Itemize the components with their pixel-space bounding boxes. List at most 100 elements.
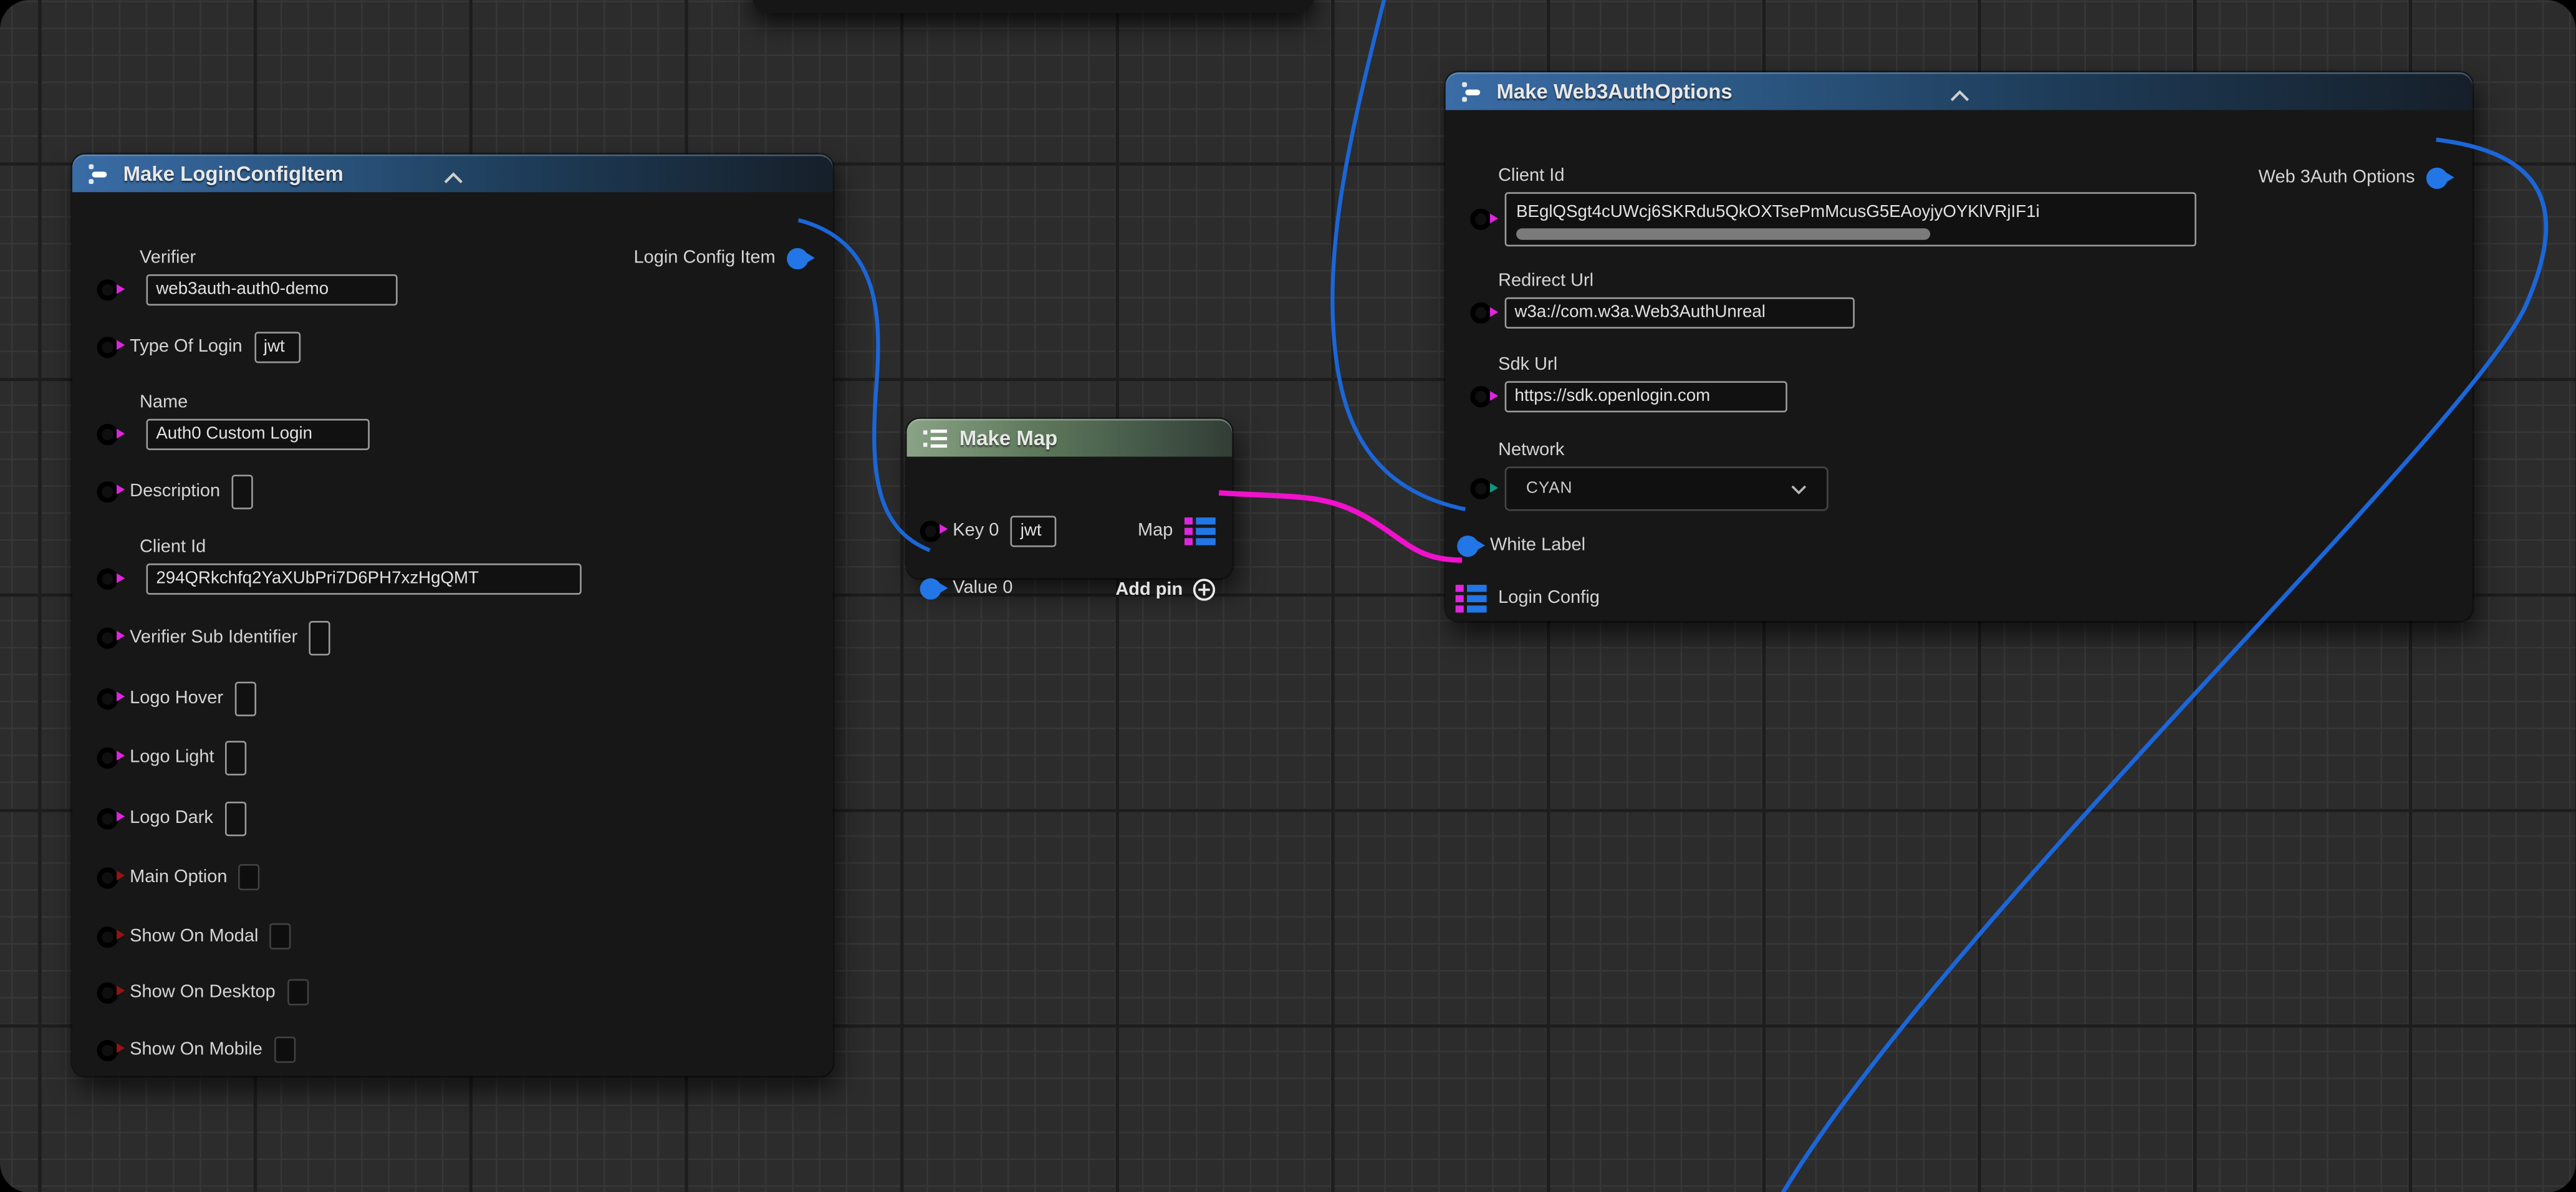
horizontal-scrollbar[interactable] <box>1516 228 2184 239</box>
pin-main-option[interactable] <box>97 867 118 888</box>
show-on-mobile-checkbox[interactable] <box>274 1037 295 1063</box>
output-pin-label: Map <box>1138 521 1173 541</box>
collapse-node-button[interactable] <box>436 168 469 188</box>
pin-login-config[interactable] <box>1456 584 1487 612</box>
pin-row-name: Name Auth0 Custom Login <box>97 391 369 450</box>
make-struct-icon <box>89 163 112 183</box>
type-of-login-input[interactable]: jwt <box>254 331 300 362</box>
pin-client-id[interactable] <box>97 569 118 590</box>
pin-show-on-mobile[interactable] <box>97 1039 118 1060</box>
pin-type-of-login[interactable] <box>97 336 118 357</box>
pin-row-network: Network CYAN <box>1470 439 1828 511</box>
pin-sdk-url[interactable] <box>1470 386 1491 407</box>
wire-map-to-login-config[interactable] <box>1219 493 1462 560</box>
pin-label: Type Of Login <box>130 337 242 357</box>
logo-light-input[interactable] <box>226 740 247 774</box>
pin-name[interactable] <box>97 424 118 445</box>
add-circle-icon <box>1193 579 1216 602</box>
pin-label: Sdk Url <box>1496 353 1787 377</box>
pin-logo-dark[interactable] <box>97 807 118 829</box>
pin-key-0[interactable] <box>920 520 941 541</box>
output-pin-label: Web 3Auth Options <box>2259 168 2415 188</box>
scrollbar-thumb[interactable] <box>1516 228 1931 239</box>
pin-label: Verifier <box>138 246 397 269</box>
pin-row-show-on-desktop: Show On Desktop <box>97 973 308 1012</box>
node-title: Make Map <box>959 426 1057 449</box>
pin-logo-hover[interactable] <box>97 688 118 709</box>
logo-hover-input[interactable] <box>234 681 256 715</box>
pin-label: Key 0 <box>953 521 999 541</box>
pin-label: Value 0 <box>953 579 1012 598</box>
node-title: Make LoginConfigItem <box>123 162 344 185</box>
main-option-checkbox[interactable] <box>239 864 260 890</box>
pin-label: Logo Light <box>130 747 214 767</box>
pin-verifier-sub-identifier[interactable] <box>97 627 118 648</box>
client-id-input[interactable]: 294QRkchfq2YaXUbPri7D6PH7xzHgQMT <box>147 564 582 595</box>
show-on-desktop-checkbox[interactable] <box>287 979 308 1005</box>
output-pin-row: Login Config Item <box>634 238 809 277</box>
output-pin-row: Map <box>1138 511 1216 550</box>
output-pin-login-config-item[interactable] <box>787 248 808 269</box>
pin-label: Description <box>130 481 220 501</box>
pin-label: Client Id <box>1496 165 2196 188</box>
pin-label: Name <box>138 391 370 414</box>
make-map-icon <box>923 428 948 448</box>
output-pin-web3auth-options[interactable] <box>2426 166 2448 188</box>
chevron-up-icon <box>443 171 463 183</box>
verifier-input[interactable]: web3auth-auth0-demo <box>147 274 398 305</box>
show-on-modal-checkbox[interactable] <box>270 923 291 949</box>
pin-show-on-modal[interactable] <box>97 926 118 947</box>
pin-client-id[interactable] <box>1470 209 1491 230</box>
pin-value-0[interactable] <box>920 577 941 598</box>
collapse-node-button[interactable] <box>1943 85 1976 105</box>
redirect-url-input[interactable]: w3a://com.w3a.Web3AuthUnreal <box>1505 297 1855 329</box>
pin-row-logo-dark: Logo Dark <box>97 799 246 838</box>
pin-show-on-desktop[interactable] <box>97 981 118 1002</box>
network-dropdown[interactable]: CYAN <box>1505 466 1829 511</box>
description-input[interactable] <box>232 474 253 508</box>
pin-label: Verifier Sub Identifier <box>130 628 297 648</box>
add-pin-button[interactable]: Add pin <box>1115 570 1216 609</box>
blueprint-canvas[interactable]: Make LoginConfigItem Login Config Item V… <box>0 0 2576 1192</box>
add-pin-label: Add pin <box>1115 580 1183 600</box>
client-id-text: BEglQSgt4cUWcj6SKRdu5QkOXTsePmMcusG5EAoy… <box>1516 202 2040 222</box>
pin-label: White Label <box>1490 536 1585 555</box>
offscreen-node-edge[interactable] <box>752 0 1314 13</box>
node-title: Make Web3AuthOptions <box>1496 80 1732 103</box>
pin-row-value-0: Value 0 <box>920 569 1013 608</box>
pin-label: Show On Desktop <box>130 983 276 1002</box>
pin-row-logo-light: Logo Light <box>97 738 247 777</box>
pin-description[interactable] <box>97 481 118 502</box>
key-0-input[interactable]: jwt <box>1011 515 1057 546</box>
chevron-down-icon <box>1790 484 1807 494</box>
node-header[interactable]: Make Map <box>907 419 1233 457</box>
verifier-sub-identifier-input[interactable] <box>309 620 330 655</box>
pin-label: Main Option <box>130 867 227 887</box>
output-pin-map[interactable] <box>1185 517 1216 545</box>
sdk-url-input[interactable]: https://sdk.openlogin.com <box>1505 381 1787 412</box>
pin-row-show-on-modal: Show On Modal <box>97 916 291 956</box>
pin-row-main-option: Main Option <box>97 857 260 896</box>
pin-row-logo-hover: Logo Hover <box>97 678 256 718</box>
node-make-login-config-item[interactable]: Make LoginConfigItem Login Config Item V… <box>72 155 833 1076</box>
name-input[interactable]: Auth0 Custom Login <box>147 419 370 450</box>
chevron-up-icon <box>1949 90 1969 101</box>
pin-label: Network <box>1496 439 1828 462</box>
pin-white-label[interactable] <box>1457 535 1478 556</box>
pin-redirect-url[interactable] <box>1470 302 1491 324</box>
pin-label: Logo Hover <box>130 688 223 708</box>
pin-row-client-id: Client Id 294QRkchfq2YaXUbPri7D6PH7xzHgQ… <box>97 536 581 595</box>
pin-row-show-on-mobile: Show On Mobile <box>97 1030 295 1069</box>
client-id-input[interactable]: BEglQSgt4cUWcj6SKRdu5QkOXTsePmMcusG5EAoy… <box>1505 192 2196 246</box>
pin-verifier[interactable] <box>97 279 118 300</box>
node-make-map[interactable]: Make Map Key 0 jwt Map Value 0 A <box>907 419 1233 579</box>
pin-row-verifier-sub-identifier: Verifier Sub Identifier <box>97 618 330 657</box>
node-make-web3auth-options[interactable]: Make Web3AuthOptions Web 3Auth Options C… <box>1446 72 2473 621</box>
pin-row-client-id: Client Id BEglQSgt4cUWcj6SKRdu5QkOXTsePm… <box>1470 165 2196 247</box>
output-pin-label: Login Config Item <box>634 248 776 268</box>
pin-logo-light[interactable] <box>97 747 118 768</box>
pin-network[interactable] <box>1470 478 1491 499</box>
pin-row-key-0: Key 0 jwt <box>920 511 1057 550</box>
pin-label: Client Id <box>138 536 581 559</box>
logo-dark-input[interactable] <box>224 801 246 835</box>
